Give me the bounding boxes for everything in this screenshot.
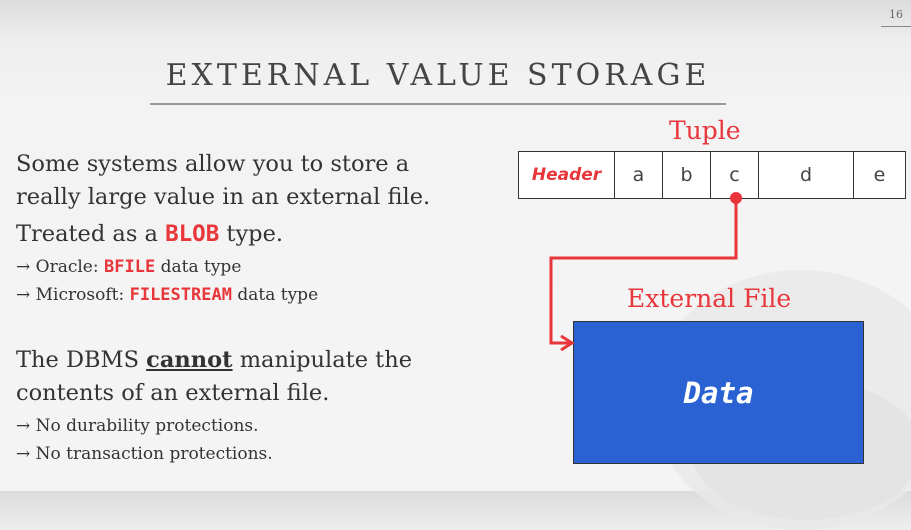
tuple-cell-header: Header (519, 152, 615, 198)
transaction-bullet: → No transaction protections. (16, 444, 273, 464)
para2-line1-pre: The DBMS (16, 347, 147, 373)
external-file-box: Data (573, 321, 864, 464)
tuple-row: Header a b c d e (518, 151, 906, 199)
arrow-glyph: → (16, 257, 31, 277)
durability-bullet: → No durability protections. (16, 416, 259, 436)
para1-line2: really large value in an external file. (16, 184, 431, 210)
para1-line3-post: type. (219, 221, 284, 247)
tuple-cell-e: e (873, 164, 886, 186)
tuple-label: Tuple (669, 116, 741, 145)
arrow-glyph: → (16, 285, 31, 305)
external-file-label: External File (627, 284, 792, 313)
para1-line1: Some systems allow you to store a (16, 151, 410, 177)
bullet-text: data type (231, 285, 319, 305)
microsoft-bullet: → Microsoft: FILESTREAM data type (16, 282, 318, 308)
file-data-text: Data (683, 375, 754, 410)
page-number-rule (881, 26, 911, 27)
para2-line1-post: manipulate the (232, 347, 413, 373)
pointer-arrowhead (560, 334, 575, 352)
para1-line3: Treated as a BLOB type. (16, 219, 283, 249)
para2-line1: The DBMS cannot manipulate the (16, 345, 412, 375)
cannot-emphasis: cannot (146, 347, 233, 373)
slide-title: EXTERNAL VALUE STORAGE (165, 58, 711, 93)
bullet-text: Oracle: (30, 257, 105, 277)
para1-line3-pre: Treated as a (16, 221, 166, 247)
filestream-keyword: FILESTREAM (129, 285, 232, 305)
tuple-cell-d: d (759, 152, 854, 198)
bfile-keyword: BFILE (104, 257, 156, 277)
tuple-cell-b: b (663, 152, 711, 198)
para2-line2: contents of an external file. (16, 380, 330, 406)
tuple-cell-c: c (711, 152, 759, 198)
bullet-text: Microsoft: (30, 285, 130, 305)
bullet-text: data type (155, 257, 242, 277)
page-number: 16 (889, 8, 903, 21)
tuple-cell-a: a (615, 152, 663, 198)
blob-keyword: BLOB (165, 221, 220, 247)
title-rule (150, 103, 726, 105)
oracle-bullet: → Oracle: BFILE data type (16, 254, 241, 280)
